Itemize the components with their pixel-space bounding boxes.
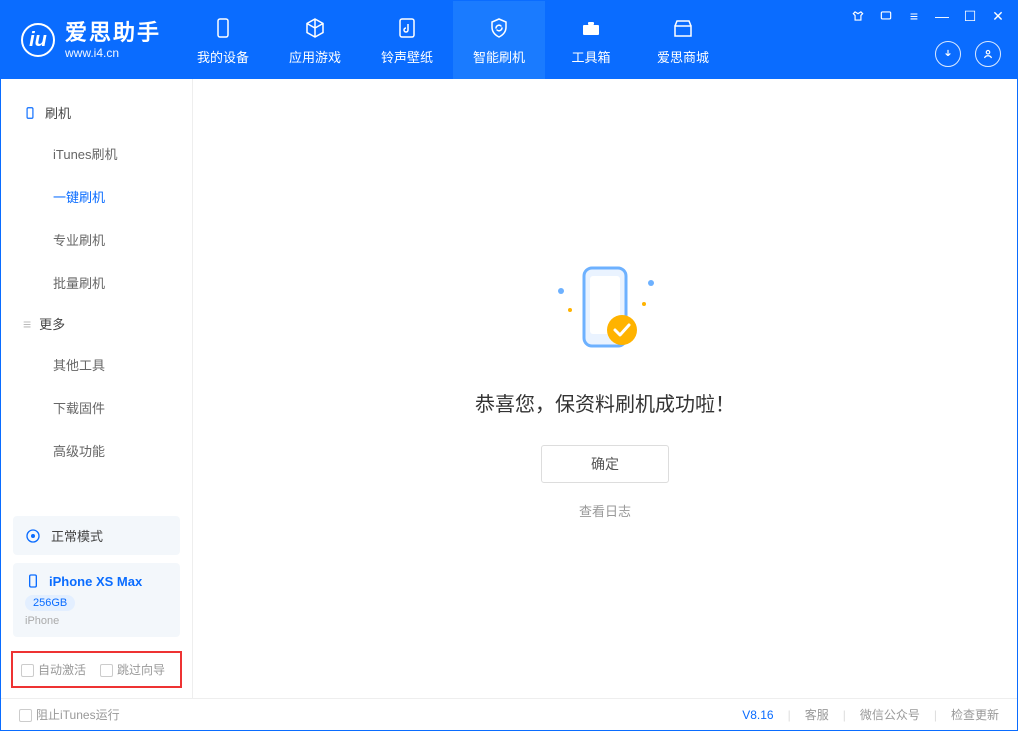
app-window: iu 爱思助手 www.i4.cn 我的设备 应用游戏 铃声壁纸 智能刷机 bbox=[0, 0, 1018, 731]
toolbox-icon bbox=[578, 15, 604, 41]
wechat-link[interactable]: 微信公众号 bbox=[860, 706, 920, 723]
music-file-icon bbox=[394, 15, 420, 41]
checkbox-label: 自动激活 bbox=[38, 663, 86, 677]
checkbox-label: 跳过向导 bbox=[117, 663, 165, 677]
support-link[interactable]: 客服 bbox=[805, 706, 829, 723]
titlebar: iu 爱思助手 www.i4.cn 我的设备 应用游戏 铃声壁纸 智能刷机 bbox=[1, 1, 1017, 79]
nav-label: 铃声壁纸 bbox=[381, 47, 433, 66]
device-icon bbox=[210, 15, 236, 41]
logo-icon: iu bbox=[21, 23, 55, 57]
nav-label: 工具箱 bbox=[572, 47, 611, 66]
nav-label: 应用游戏 bbox=[289, 47, 341, 66]
maximize-button[interactable]: ☐ bbox=[961, 7, 979, 25]
app-url: www.i4.cn bbox=[65, 46, 161, 60]
shirt-icon[interactable] bbox=[849, 7, 867, 25]
sidebar-item-oneclick-flash[interactable]: 一键刷机 bbox=[1, 175, 192, 218]
auto-activate-checkbox[interactable]: 自动激活 bbox=[21, 661, 86, 678]
nav-ringtones[interactable]: 铃声壁纸 bbox=[361, 1, 453, 79]
store-icon bbox=[670, 15, 696, 41]
sidebar-item-advanced[interactable]: 高级功能 bbox=[1, 429, 192, 472]
app-name: 爱思助手 bbox=[65, 20, 161, 46]
sidebar-item-itunes-flash[interactable]: iTunes刷机 bbox=[1, 132, 192, 175]
device-capacity: 256GB bbox=[25, 595, 75, 611]
main-content: 恭喜您，保资料刷机成功啦！ 确定 查看日志 bbox=[193, 79, 1017, 698]
nav-my-device[interactable]: 我的设备 bbox=[177, 1, 269, 79]
checkbox-label: 阻止iTunes运行 bbox=[36, 708, 120, 722]
header-right-icons bbox=[935, 41, 1001, 67]
view-log-link[interactable]: 查看日志 bbox=[579, 501, 631, 520]
statusbar: 阻止iTunes运行 V8.16 | 客服 | 微信公众号 | 检查更新 bbox=[1, 698, 1017, 730]
section-label: 更多 bbox=[39, 314, 65, 333]
download-icon[interactable] bbox=[935, 41, 961, 67]
version-label: V8.16 bbox=[742, 708, 773, 722]
phone-icon bbox=[23, 106, 37, 120]
device-info-box[interactable]: iPhone XS Max 256GB iPhone bbox=[13, 563, 180, 637]
section-label: 刷机 bbox=[45, 103, 71, 122]
nav-store[interactable]: 爱思商城 bbox=[637, 1, 729, 79]
ok-button[interactable]: 确定 bbox=[541, 445, 669, 483]
shield-refresh-icon bbox=[486, 15, 512, 41]
nav-label: 爱思商城 bbox=[657, 47, 709, 66]
status-right: V8.16 | 客服 | 微信公众号 | 检查更新 bbox=[742, 706, 999, 723]
checkbox-row-highlighted: 自动激活 跳过向导 bbox=[11, 651, 182, 688]
menu-icon[interactable]: ≡ bbox=[905, 7, 923, 25]
success-illustration bbox=[550, 258, 660, 368]
device-name: iPhone XS Max bbox=[49, 574, 142, 589]
user-icon[interactable] bbox=[975, 41, 1001, 67]
sidebar-item-batch-flash[interactable]: 批量刷机 bbox=[1, 261, 192, 304]
logo: iu 爱思助手 www.i4.cn bbox=[1, 1, 177, 79]
success-message: 恭喜您，保资料刷机成功啦！ bbox=[475, 388, 735, 417]
device-mode-label: 正常模式 bbox=[51, 526, 103, 545]
window-controls: ≡ — ☐ ✕ bbox=[849, 7, 1007, 25]
minimize-button[interactable]: — bbox=[933, 7, 951, 25]
body: 刷机 iTunes刷机 一键刷机 专业刷机 批量刷机 ≡ 更多 其他工具 下载固… bbox=[1, 79, 1017, 698]
sidebar-item-pro-flash[interactable]: 专业刷机 bbox=[1, 218, 192, 261]
skip-guide-checkbox[interactable]: 跳过向导 bbox=[100, 661, 165, 678]
more-icon: ≡ bbox=[23, 316, 31, 332]
sidebar: 刷机 iTunes刷机 一键刷机 专业刷机 批量刷机 ≡ 更多 其他工具 下载固… bbox=[1, 79, 193, 698]
nav-label: 智能刷机 bbox=[473, 47, 525, 66]
phone-icon bbox=[25, 573, 41, 589]
nav-apps-games[interactable]: 应用游戏 bbox=[269, 1, 361, 79]
feedback-icon[interactable] bbox=[877, 7, 895, 25]
mode-icon bbox=[25, 528, 41, 544]
nav-label: 我的设备 bbox=[197, 47, 249, 66]
block-itunes-checkbox[interactable]: 阻止iTunes运行 bbox=[19, 706, 120, 723]
close-button[interactable]: ✕ bbox=[989, 7, 1007, 25]
device-mode-box[interactable]: 正常模式 bbox=[13, 516, 180, 555]
cube-icon bbox=[302, 15, 328, 41]
sidebar-item-download-firmware[interactable]: 下载固件 bbox=[1, 386, 192, 429]
nav-toolbox[interactable]: 工具箱 bbox=[545, 1, 637, 79]
check-update-link[interactable]: 检查更新 bbox=[951, 706, 999, 723]
device-type: iPhone bbox=[25, 615, 168, 627]
sidebar-section-more: ≡ 更多 bbox=[1, 304, 192, 343]
sidebar-item-other-tools[interactable]: 其他工具 bbox=[1, 343, 192, 386]
nav-smart-flash[interactable]: 智能刷机 bbox=[453, 1, 545, 79]
sidebar-section-flash: 刷机 bbox=[1, 93, 192, 132]
